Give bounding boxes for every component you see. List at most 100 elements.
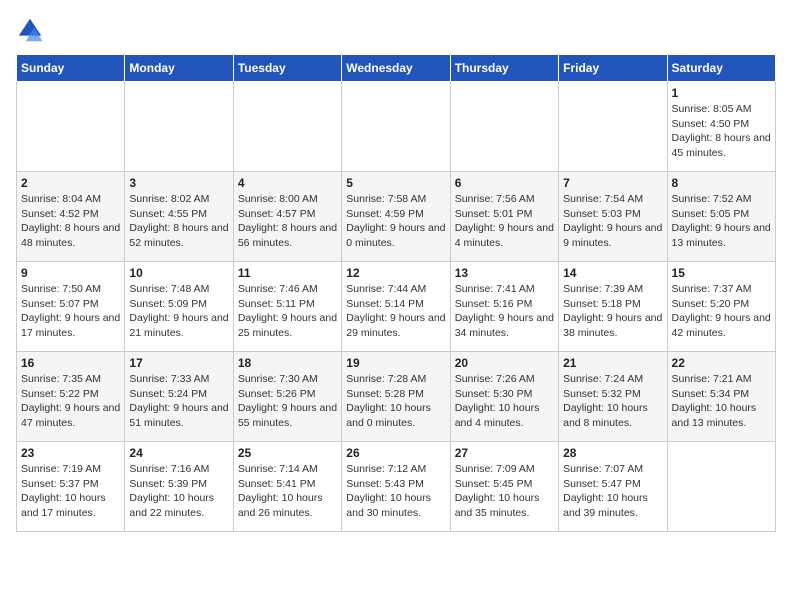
day-info: Sunrise: 7:35 AM Sunset: 5:22 PM Dayligh… (21, 372, 120, 431)
day-number: 26 (346, 446, 445, 460)
day-info: Sunrise: 7:48 AM Sunset: 5:09 PM Dayligh… (129, 282, 228, 341)
calendar-cell: 8 Sunrise: 7:52 AM Sunset: 5:05 PM Daylig… (667, 172, 775, 262)
week-row-4: 16 Sunrise: 7:35 AM Sunset: 5:22 PM Dayli… (17, 352, 776, 442)
day-info: Sunrise: 7:58 AM Sunset: 4:59 PM Dayligh… (346, 192, 445, 251)
calendar-cell: 3 Sunrise: 8:02 AM Sunset: 4:55 PM Daylig… (125, 172, 233, 262)
day-info: Sunrise: 7:07 AM Sunset: 5:47 PM Dayligh… (563, 462, 662, 521)
day-info: Sunrise: 7:21 AM Sunset: 5:34 PM Dayligh… (672, 372, 771, 431)
day-number: 4 (238, 176, 337, 190)
day-info: Sunrise: 7:30 AM Sunset: 5:26 PM Dayligh… (238, 372, 337, 431)
day-number: 15 (672, 266, 771, 280)
day-info: Sunrise: 7:24 AM Sunset: 5:32 PM Dayligh… (563, 372, 662, 431)
day-info: Sunrise: 7:37 AM Sunset: 5:20 PM Dayligh… (672, 282, 771, 341)
day-info: Sunrise: 8:02 AM Sunset: 4:55 PM Dayligh… (129, 192, 228, 251)
calendar-cell: 1Sunrise: 8:05 AM Sunset: 4:50 PM Daylig… (667, 82, 775, 172)
day-number: 5 (346, 176, 445, 190)
calendar-cell: 21 Sunrise: 7:24 AM Sunset: 5:32 PM Dayli… (559, 352, 667, 442)
day-info: Sunrise: 7:09 AM Sunset: 5:45 PM Dayligh… (455, 462, 554, 521)
calendar-cell: 25 Sunrise: 7:14 AM Sunset: 5:41 PM Dayli… (233, 442, 341, 532)
day-number: 12 (346, 266, 445, 280)
calendar-cell: 10 Sunrise: 7:48 AM Sunset: 5:09 PM Dayli… (125, 262, 233, 352)
day-header-sunday: Sunday (17, 55, 125, 82)
day-info: Sunrise: 8:05 AM Sunset: 4:50 PM Dayligh… (672, 102, 771, 161)
day-header-monday: Monday (125, 55, 233, 82)
day-info: Sunrise: 8:00 AM Sunset: 4:57 PM Dayligh… (238, 192, 337, 251)
day-header-tuesday: Tuesday (233, 55, 341, 82)
day-info: Sunrise: 7:12 AM Sunset: 5:43 PM Dayligh… (346, 462, 445, 521)
day-info: Sunrise: 7:39 AM Sunset: 5:18 PM Dayligh… (563, 282, 662, 341)
day-info: Sunrise: 7:44 AM Sunset: 5:14 PM Dayligh… (346, 282, 445, 341)
calendar-cell: 4 Sunrise: 8:00 AM Sunset: 4:57 PM Daylig… (233, 172, 341, 262)
calendar-cell (450, 82, 558, 172)
calendar-cell: 2 Sunrise: 8:04 AM Sunset: 4:52 PM Daylig… (17, 172, 125, 262)
calendar-cell: 18 Sunrise: 7:30 AM Sunset: 5:26 PM Dayli… (233, 352, 341, 442)
calendar-cell: 5 Sunrise: 7:58 AM Sunset: 4:59 PM Daylig… (342, 172, 450, 262)
day-info: Sunrise: 7:41 AM Sunset: 5:16 PM Dayligh… (455, 282, 554, 341)
day-header-thursday: Thursday (450, 55, 558, 82)
day-header-wednesday: Wednesday (342, 55, 450, 82)
calendar-cell: 14 Sunrise: 7:39 AM Sunset: 5:18 PM Dayli… (559, 262, 667, 352)
page-header (16, 16, 776, 44)
day-number: 14 (563, 266, 662, 280)
calendar-cell: 15 Sunrise: 7:37 AM Sunset: 5:20 PM Dayli… (667, 262, 775, 352)
day-number: 8 (672, 176, 771, 190)
calendar-cell: 20 Sunrise: 7:26 AM Sunset: 5:30 PM Dayli… (450, 352, 558, 442)
calendar-cell (559, 82, 667, 172)
calendar-cell (125, 82, 233, 172)
day-info: Sunrise: 7:54 AM Sunset: 5:03 PM Dayligh… (563, 192, 662, 251)
day-number: 22 (672, 356, 771, 370)
week-row-1: 1Sunrise: 8:05 AM Sunset: 4:50 PM Daylig… (17, 82, 776, 172)
day-number: 19 (346, 356, 445, 370)
calendar-header-row: SundayMondayTuesdayWednesdayThursdayFrid… (17, 55, 776, 82)
calendar-cell (342, 82, 450, 172)
day-number: 7 (563, 176, 662, 190)
day-header-saturday: Saturday (667, 55, 775, 82)
calendar-cell: 11 Sunrise: 7:46 AM Sunset: 5:11 PM Dayli… (233, 262, 341, 352)
calendar-table: SundayMondayTuesdayWednesdayThursdayFrid… (16, 54, 776, 532)
day-number: 18 (238, 356, 337, 370)
day-info: Sunrise: 8:04 AM Sunset: 4:52 PM Dayligh… (21, 192, 120, 251)
day-number: 23 (21, 446, 120, 460)
week-row-5: 23 Sunrise: 7:19 AM Sunset: 5:37 PM Dayli… (17, 442, 776, 532)
week-row-3: 9Sunrise: 7:50 AM Sunset: 5:07 PM Daylig… (17, 262, 776, 352)
calendar-cell: 12 Sunrise: 7:44 AM Sunset: 5:14 PM Dayli… (342, 262, 450, 352)
calendar-cell: 17Sunrise: 7:33 AM Sunset: 5:24 PM Dayli… (125, 352, 233, 442)
calendar-cell (667, 442, 775, 532)
week-row-2: 2 Sunrise: 8:04 AM Sunset: 4:52 PM Daylig… (17, 172, 776, 262)
day-number: 3 (129, 176, 228, 190)
day-header-friday: Friday (559, 55, 667, 82)
calendar-cell: 28 Sunrise: 7:07 AM Sunset: 5:47 PM Dayli… (559, 442, 667, 532)
day-number: 28 (563, 446, 662, 460)
calendar-cell: 6 Sunrise: 7:56 AM Sunset: 5:01 PM Daylig… (450, 172, 558, 262)
day-info: Sunrise: 7:14 AM Sunset: 5:41 PM Dayligh… (238, 462, 337, 521)
calendar-cell: 27Sunrise: 7:09 AM Sunset: 5:45 PM Dayli… (450, 442, 558, 532)
calendar-cell: 26 Sunrise: 7:12 AM Sunset: 5:43 PM Dayli… (342, 442, 450, 532)
day-number: 11 (238, 266, 337, 280)
calendar-cell: 9Sunrise: 7:50 AM Sunset: 5:07 PM Daylig… (17, 262, 125, 352)
day-number: 24 (129, 446, 228, 460)
day-info: Sunrise: 7:26 AM Sunset: 5:30 PM Dayligh… (455, 372, 554, 431)
day-number: 13 (455, 266, 554, 280)
day-number: 16 (21, 356, 120, 370)
day-number: 2 (21, 176, 120, 190)
day-number: 25 (238, 446, 337, 460)
logo (16, 16, 48, 44)
day-number: 10 (129, 266, 228, 280)
day-info: Sunrise: 7:52 AM Sunset: 5:05 PM Dayligh… (672, 192, 771, 251)
calendar-cell: 24 Sunrise: 7:16 AM Sunset: 5:39 PM Dayli… (125, 442, 233, 532)
day-info: Sunrise: 7:28 AM Sunset: 5:28 PM Dayligh… (346, 372, 445, 431)
day-number: 21 (563, 356, 662, 370)
day-info: Sunrise: 7:33 AM Sunset: 5:24 PM Dayligh… (129, 372, 228, 431)
day-info: Sunrise: 7:16 AM Sunset: 5:39 PM Dayligh… (129, 462, 228, 521)
day-number: 20 (455, 356, 554, 370)
day-info: Sunrise: 7:46 AM Sunset: 5:11 PM Dayligh… (238, 282, 337, 341)
calendar-cell: 16 Sunrise: 7:35 AM Sunset: 5:22 PM Dayli… (17, 352, 125, 442)
day-number: 9 (21, 266, 120, 280)
calendar-cell (233, 82, 341, 172)
logo-icon (16, 16, 44, 44)
calendar-cell: 19 Sunrise: 7:28 AM Sunset: 5:28 PM Dayli… (342, 352, 450, 442)
day-info: Sunrise: 7:56 AM Sunset: 5:01 PM Dayligh… (455, 192, 554, 251)
day-number: 6 (455, 176, 554, 190)
calendar-cell: 7 Sunrise: 7:54 AM Sunset: 5:03 PM Daylig… (559, 172, 667, 262)
day-info: Sunrise: 7:19 AM Sunset: 5:37 PM Dayligh… (21, 462, 120, 521)
